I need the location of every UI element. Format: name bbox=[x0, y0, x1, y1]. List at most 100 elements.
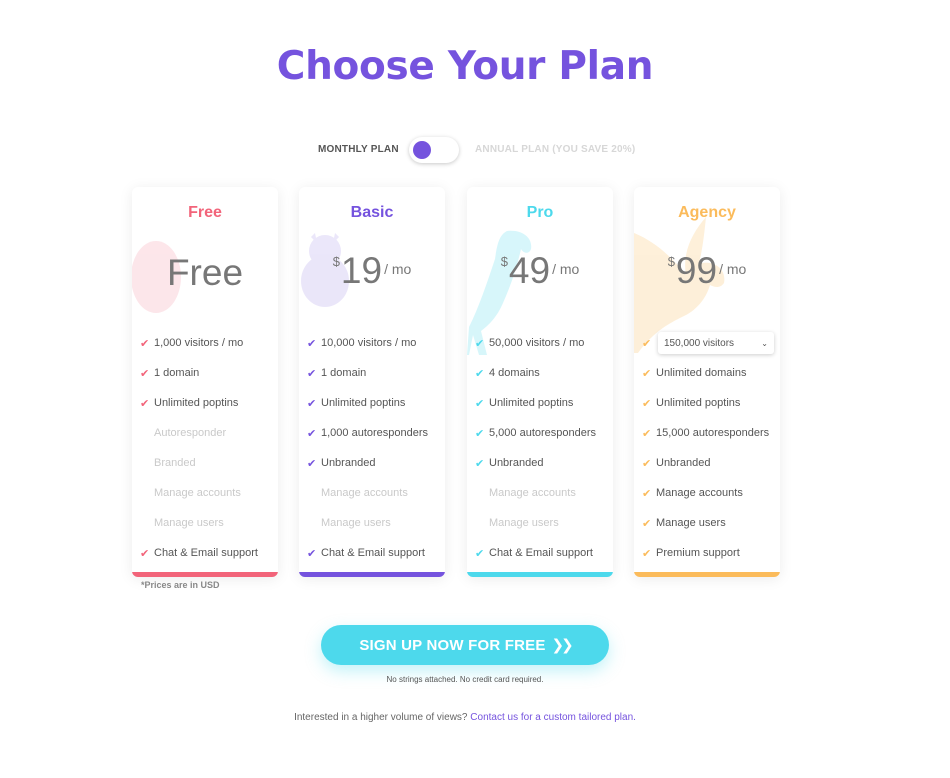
billing-toggle: MONTHLY PLAN ANNUAL PLAN (YOU SAVE 20%) bbox=[0, 137, 950, 163]
plan-price: $99/ mo bbox=[634, 250, 780, 292]
feature-item: ✔Manage users bbox=[475, 508, 609, 538]
price-currency: $ bbox=[332, 254, 340, 269]
contact-link[interactable]: Contact us for a custom tailored plan. bbox=[470, 712, 636, 723]
feature-list: ✔ 10,000 visitors / mo ✔ 1 domain ✔ Unlimited… bbox=[307, 328, 441, 568]
billing-toggle-switch[interactable] bbox=[409, 137, 459, 163]
plan-accent-bar bbox=[132, 572, 278, 577]
feature-text: 50,000 visitors / mo bbox=[489, 337, 585, 349]
monthly-plan-label[interactable]: MONTHLY PLAN bbox=[318, 144, 399, 155]
feature-item: ✔Manage accounts bbox=[475, 478, 609, 508]
check-icon: ✔ bbox=[307, 337, 317, 350]
visitors-select[interactable]: 150,000 visitors ⌄ bbox=[658, 332, 774, 354]
price-amount: 99 bbox=[675, 250, 718, 291]
plan-card-free: Free Free ✔ 1,000 visitors / mo ✔ 1 domain ✔… bbox=[132, 187, 278, 577]
check-icon: ✔ bbox=[475, 397, 485, 410]
signup-button[interactable]: SIGN UP NOW FOR FREE ❯❯ bbox=[321, 625, 609, 665]
feature-item: ✔ Chat & Email support bbox=[140, 538, 274, 568]
feature-text: Chat & Email support bbox=[154, 547, 258, 559]
check-icon: ✔ bbox=[475, 367, 485, 380]
check-icon: ✔ bbox=[642, 397, 652, 410]
feature-text: 5,000 autoresponders bbox=[489, 427, 597, 439]
feature-text: Unlimited poptins bbox=[489, 397, 574, 409]
plan-card-basic: Basic $19/ mo ✔ 10,000 visitors / mo ✔ 1 do… bbox=[299, 187, 445, 577]
price-currency: $ bbox=[500, 254, 508, 269]
feature-text: Unlimited poptins bbox=[321, 397, 406, 409]
plan-name: Free bbox=[188, 204, 222, 221]
check-icon: ✔ bbox=[140, 547, 150, 560]
plan-price: $49/ mo bbox=[467, 250, 613, 292]
feature-list: ✔ 50,000 visitors / mo ✔ 4 domains ✔ Unlimite… bbox=[475, 328, 609, 568]
feature-item: ✔ Unlimited poptins bbox=[307, 388, 441, 418]
prices-note: *Prices are in USD bbox=[141, 580, 220, 590]
feature-text: 1 domain bbox=[321, 367, 367, 379]
feature-item: ✔ 1 domain bbox=[307, 358, 441, 388]
feature-item: ✔ Chat & Email support bbox=[307, 538, 441, 568]
plan-name: Agency bbox=[678, 204, 736, 221]
check-icon: ✔ bbox=[642, 547, 652, 560]
signup-button-label: SIGN UP NOW FOR FREE bbox=[359, 636, 546, 654]
price-currency: $ bbox=[667, 254, 675, 269]
feature-item: ✔ Manage accounts bbox=[642, 478, 776, 508]
price-amount: 49 bbox=[508, 250, 551, 291]
check-icon: ✔ bbox=[307, 547, 317, 560]
price-period: / mo bbox=[552, 261, 580, 277]
feature-text: Manage users bbox=[656, 517, 726, 529]
feature-item: ✔Manage users bbox=[307, 508, 441, 538]
feature-item: ✔ Unlimited poptins bbox=[140, 388, 274, 418]
feature-text: Unbranded bbox=[489, 457, 544, 469]
feature-text: Manage users bbox=[321, 517, 391, 529]
plan-card-pro: Pro $49/ mo ✔ 50,000 visitors / mo ✔ 4 doma… bbox=[467, 187, 613, 577]
feature-item: ✔ 1,000 autoresponders bbox=[307, 418, 441, 448]
feature-list: ✔ 150,000 visitors ⌄ ✔ Unlimited domains ✔ Unl… bbox=[642, 328, 776, 568]
feature-item: ✔ 50,000 visitors / mo bbox=[475, 328, 609, 358]
price-period: / mo bbox=[719, 261, 747, 277]
feature-text: 4 domains bbox=[489, 367, 540, 379]
feature-item: ✔ 1,000 visitors / mo bbox=[140, 328, 274, 358]
feature-item: ✔ Unlimited domains bbox=[642, 358, 776, 388]
feature-item: ✔ Unbranded bbox=[642, 448, 776, 478]
feature-text: Unbranded bbox=[656, 457, 711, 469]
visitors-select-row: ✔ 150,000 visitors ⌄ bbox=[642, 328, 776, 358]
feature-text: 1,000 autoresponders bbox=[321, 427, 429, 439]
feature-item: ✔ 15,000 autoresponders bbox=[642, 418, 776, 448]
feature-item: ✔Manage users bbox=[642, 508, 776, 538]
feature-item: ✔Branded bbox=[140, 448, 274, 478]
check-icon: ✔ bbox=[642, 337, 652, 350]
visitors-select-value: 150,000 visitors bbox=[664, 337, 735, 349]
check-icon: ✔ bbox=[475, 337, 485, 350]
chevron-down-icon: ⌄ bbox=[761, 338, 768, 348]
feature-text: 15,000 autoresponders bbox=[656, 427, 770, 439]
check-icon: ✔ bbox=[642, 367, 652, 380]
feature-item: ✔Manage users bbox=[140, 508, 274, 538]
feature-text: Manage accounts bbox=[656, 487, 743, 499]
annual-plan-label[interactable]: ANNUAL PLAN (YOU SAVE 20%) bbox=[475, 144, 635, 155]
feature-text: 1 domain bbox=[154, 367, 200, 379]
plan-accent-bar bbox=[467, 572, 613, 577]
feature-text: Manage accounts bbox=[489, 487, 576, 499]
feature-text: Unlimited domains bbox=[656, 367, 747, 379]
feature-item: ✔ Unlimited poptins bbox=[475, 388, 609, 418]
feature-item: ✔ Unbranded bbox=[307, 448, 441, 478]
check-icon: ✔ bbox=[642, 487, 652, 500]
plan-accent-bar bbox=[299, 572, 445, 577]
feature-text: Chat & Email support bbox=[321, 547, 425, 559]
feature-text: Manage accounts bbox=[154, 487, 241, 499]
footer-question: Interested in a higher volume of views? bbox=[294, 712, 468, 723]
check-icon: ✔ bbox=[642, 457, 652, 470]
check-icon: ✔ bbox=[475, 427, 485, 440]
feature-text: Manage users bbox=[154, 517, 224, 529]
check-icon: ✔ bbox=[140, 367, 150, 380]
plan-name: Basic bbox=[350, 204, 394, 221]
feature-item: ✔ Unlimited poptins bbox=[642, 388, 776, 418]
check-icon: ✔ bbox=[475, 547, 485, 560]
check-icon: ✔ bbox=[642, 427, 652, 440]
price-amount: 19 bbox=[340, 250, 383, 291]
plan-price: $19/ mo bbox=[299, 250, 445, 292]
feature-text: Branded bbox=[154, 457, 196, 469]
footer-text: Interested in a higher volume of views? … bbox=[0, 712, 930, 723]
feature-item: ✔Autoresponder bbox=[140, 418, 274, 448]
feature-item: ✔ Premium support bbox=[642, 538, 776, 568]
feature-item: ✔ Unbranded bbox=[475, 448, 609, 478]
feature-text: 10,000 visitors / mo bbox=[321, 337, 417, 349]
plan-name: Pro bbox=[526, 204, 554, 221]
